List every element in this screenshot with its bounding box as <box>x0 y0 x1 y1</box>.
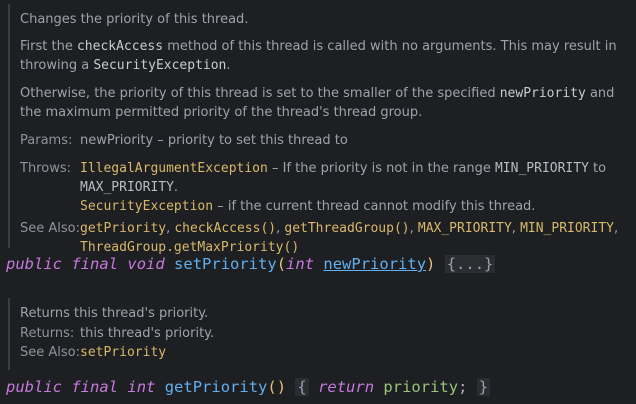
params-text: newPriority – priority to set this threa… <box>80 133 348 148</box>
params-label: Params: <box>20 133 73 148</box>
link-security-exception[interactable]: SecurityException <box>80 199 213 214</box>
doc-text: . <box>226 58 231 73</box>
code-security-exception: SecurityException <box>93 58 227 73</box>
code-new-priority: newPriority <box>499 86 586 101</box>
code-check-access: checkAccess <box>76 39 164 54</box>
link-set-priority[interactable]: setPriority <box>80 345 166 360</box>
throws-row: Throws: IllegalArgumentException – If th… <box>20 159 630 216</box>
doc-summary: Returns this thread's priority. <box>20 306 209 321</box>
doc-paragraph-otherwise: Otherwise, the priority of this thread i… <box>20 84 630 122</box>
see-also-body: getPriority, checkAccess(), getThreadGro… <box>80 219 630 257</box>
see-also-label: See Also: <box>20 345 80 360</box>
javadoc-set-priority: Changes the priority of this thread. Fir… <box>8 4 630 255</box>
javadoc-get-priority: Returns this thread's priority. Returns:… <box>8 298 630 370</box>
param-new-priority[interactable]: newPriority <box>323 255 426 273</box>
doc-paragraph-check-access: First the checkAccess method of this thr… <box>20 37 630 75</box>
doc-summary: Changes the priority of this thread. <box>20 12 249 27</box>
see-also-body: setPriority <box>80 343 630 362</box>
field-priority[interactable]: priority <box>383 378 458 396</box>
code-line-set-priority[interactable]: public final void setPriority(int newPri… <box>6 254 496 274</box>
keyword-public: public <box>6 378 62 396</box>
method-name-set-priority[interactable]: setPriority <box>174 255 277 273</box>
see-also-line-1: getPriority, checkAccess(), getThreadGro… <box>80 219 630 238</box>
keyword-return: return <box>318 378 375 396</box>
throws-item-illegal-argument: IllegalArgumentException – If the priori… <box>80 159 630 197</box>
close-paren: ) <box>426 255 436 273</box>
see-also-label: See Also: <box>20 221 80 236</box>
doc-text: First the <box>20 39 77 54</box>
link-max-priority[interactable]: MAX_PRIORITY <box>418 221 512 236</box>
folded-body[interactable]: {...} <box>444 255 496 273</box>
separator: , <box>409 221 418 236</box>
link-check-access[interactable]: checkAccess() <box>174 221 276 236</box>
link-min-priority[interactable]: MIN_PRIORITY <box>520 221 614 236</box>
separator: , <box>613 221 619 236</box>
doc-text: to <box>588 161 607 176</box>
type-void: void <box>127 255 165 273</box>
parens: () <box>267 378 287 396</box>
type-int: int <box>286 255 315 273</box>
returns-label: Returns: <box>20 326 75 341</box>
code-line-get-priority[interactable]: public final int getPriority() { return … <box>6 377 491 397</box>
doc-text: . <box>173 180 179 195</box>
returns-text: this thread's priority. <box>80 326 215 341</box>
see-also-row: See Also: getPriority, checkAccess(), ge… <box>20 219 630 257</box>
throws-item-security: SecurityException – if the current threa… <box>80 197 630 216</box>
keyword-final: final <box>71 378 119 396</box>
link-illegal-argument-exception[interactable]: IllegalArgumentException <box>80 161 268 176</box>
link-get-priority[interactable]: getPriority <box>80 221 166 236</box>
doc-text: Otherwise, the priority of this thread i… <box>20 86 500 101</box>
link-get-thread-group[interactable]: getThreadGroup() <box>284 221 409 236</box>
doc-text: – If the priority is not in the range <box>267 161 495 176</box>
close-brace[interactable]: } <box>476 378 491 396</box>
returns-row: Returns: this thread's priority. <box>20 324 630 343</box>
open-paren: ( <box>276 255 287 273</box>
method-name-get-priority[interactable]: getPriority <box>165 378 268 396</box>
params-row: Params: newPriority – priority to set th… <box>20 131 630 150</box>
code-min-priority: MIN_PRIORITY <box>494 161 589 176</box>
doc-text: – if the current thread cannot modify th… <box>213 199 536 214</box>
code-max-priority: MAX_PRIORITY <box>80 180 174 195</box>
keyword-final: final <box>71 255 119 273</box>
type-int: int <box>127 378 156 396</box>
separator: , <box>511 221 521 236</box>
throws-body: IllegalArgumentException – If the priori… <box>80 159 630 216</box>
semicolon: ; <box>458 378 468 396</box>
see-also-row: See Also: setPriority <box>20 343 630 362</box>
keyword-public: public <box>6 255 62 273</box>
link-thread-group-get-max-priority[interactable]: ThreadGroup.getMaxPriority() <box>80 240 299 255</box>
throws-label: Throws: <box>20 161 71 176</box>
open-brace[interactable]: { <box>295 378 309 396</box>
